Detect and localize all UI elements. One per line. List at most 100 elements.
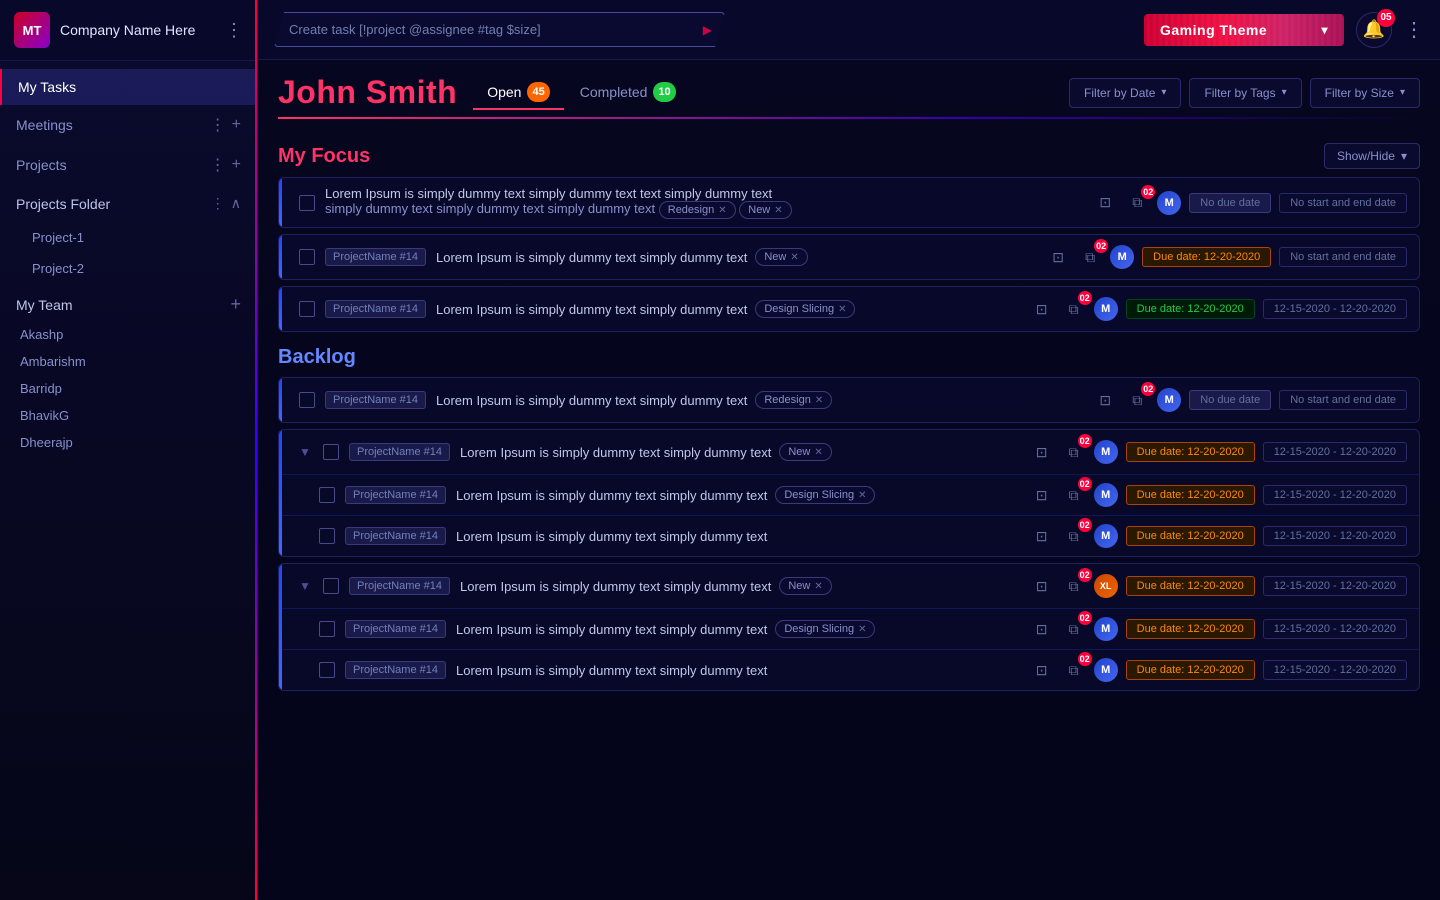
projects-folder-header[interactable]: Projects Folder ⋮ ∧ — [0, 185, 257, 222]
filter-size-button[interactable]: Filter by Size ▾ — [1310, 78, 1420, 108]
task-checkbox[interactable] — [319, 528, 335, 544]
sidebar-item-meetings[interactable]: Meetings ⋮ + — [0, 105, 257, 145]
tag-close-icon[interactable]: ✕ — [774, 205, 782, 216]
team-member-akashp[interactable]: Akashp — [16, 321, 241, 348]
task-checkbox[interactable] — [299, 195, 315, 211]
expand-icon[interactable]: ⊡ — [1030, 658, 1054, 682]
subtask-container: ProjectName #14 Lorem Ipsum is simply du… — [279, 515, 1419, 556]
subtask-count-badge: 02 — [1078, 434, 1092, 448]
team-member-ambarishm[interactable]: Ambarishm — [16, 348, 241, 375]
task-checkbox[interactable] — [299, 392, 315, 408]
task-checkbox[interactable] — [323, 444, 339, 460]
tag-close-icon[interactable]: ✕ — [790, 252, 798, 263]
sidebar-menu-icon[interactable]: ⋮ — [225, 20, 243, 41]
tag-close-icon[interactable]: ✕ — [718, 205, 726, 216]
subtask-count-icon[interactable]: ⧉ 02 — [1125, 388, 1149, 412]
subtask-count-icon[interactable]: ⧉ 02 — [1062, 574, 1086, 598]
sidebar-item-project-2[interactable]: Project-2 — [0, 253, 257, 284]
team-member-dheerajp[interactable]: Dheerajp — [16, 429, 241, 456]
task-tag-new[interactable]: New ✕ — [779, 443, 831, 461]
tab-completed[interactable]: Completed 10 — [566, 76, 690, 110]
task-text: Lorem Ipsum is simply dummy text simply … — [460, 443, 1020, 461]
team-member-bhavikG[interactable]: BhavikG — [16, 402, 241, 429]
filter-date-label: Filter by Date — [1084, 86, 1155, 100]
expand-subtasks-icon[interactable]: ▼ — [299, 445, 313, 459]
create-task-box[interactable]: Create task [!project @assignee #tag $si… — [274, 12, 725, 47]
task-row: ▼ ProjectName #14 Lorem Ipsum is simply … — [279, 564, 1419, 608]
expand-subtasks-icon[interactable]: ▼ — [299, 579, 313, 593]
sidebar-item-project-1[interactable]: Project-1 — [0, 222, 257, 253]
my-focus-title: My Focus — [278, 145, 370, 168]
task-checkbox[interactable] — [323, 578, 339, 594]
task-tag-design-slicing[interactable]: Design Slicing ✕ — [775, 620, 875, 638]
team-member-barridp[interactable]: Barridp — [16, 375, 241, 402]
projects-folder-collapse-icon[interactable]: ∧ — [231, 195, 241, 212]
tag-close-icon[interactable]: ✕ — [814, 581, 822, 592]
projects-dots-icon[interactable]: ⋮ — [210, 155, 226, 175]
subtask-count-icon[interactable]: ⧉ 02 — [1062, 617, 1086, 641]
expand-icon[interactable]: ⊡ — [1030, 297, 1054, 321]
subtask-count-icon[interactable]: ⧉ 02 — [1062, 524, 1086, 548]
task-text-main: Lorem Ipsum is simply dummy text simply … — [436, 250, 747, 265]
task-checkbox[interactable] — [319, 621, 335, 637]
task-project-tag: ProjectName #14 — [325, 300, 426, 318]
subtask-count-icon[interactable]: ⧉ 02 — [1062, 440, 1086, 464]
expand-icon[interactable]: ⊡ — [1030, 574, 1054, 598]
show-hide-button[interactable]: Show/Hide ▾ — [1324, 143, 1420, 169]
date-range-pill: 12-15-2020 - 12-20-2020 — [1263, 485, 1407, 505]
task-tag-design-slicing[interactable]: Design Slicing ✕ — [755, 300, 855, 318]
projects-folder-dots-icon[interactable]: ⋮ — [211, 195, 225, 212]
task-checkbox[interactable] — [319, 662, 335, 678]
task-tag-new[interactable]: New ✕ — [739, 201, 791, 219]
my-team-plus-button[interactable]: + — [230, 294, 241, 315]
task-project-tag: ProjectName #14 — [345, 661, 446, 679]
subtask-count-icon[interactable]: ⧉ 02 — [1125, 191, 1149, 215]
create-task-placeholder: Create task [!project @assignee #tag $si… — [289, 22, 541, 37]
gaming-theme-button[interactable]: Gaming Theme ▾ — [1144, 14, 1344, 46]
tag-close-icon[interactable]: ✕ — [815, 395, 823, 406]
tag-close-icon[interactable]: ✕ — [814, 447, 822, 458]
expand-icon[interactable]: ⊡ — [1093, 388, 1117, 412]
sidebar-item-my-tasks[interactable]: My Tasks — [0, 69, 257, 105]
screenshot-icon: ⧉ — [1069, 444, 1079, 461]
task-tag-new[interactable]: New ✕ — [755, 248, 807, 266]
sidebar-item-label: My Tasks — [18, 79, 241, 95]
task-actions: ⊡ ⧉ 02 M No due date No start and end da… — [1093, 388, 1407, 412]
avatar: M — [1094, 440, 1118, 464]
task-tag-new[interactable]: New ✕ — [779, 577, 831, 595]
topbar-menu-icon[interactable]: ⋮ — [1404, 17, 1424, 42]
tab-open[interactable]: Open 45 — [473, 76, 564, 110]
tag-close-icon[interactable]: ✕ — [858, 490, 866, 501]
filter-tags-button[interactable]: Filter by Tags ▾ — [1189, 78, 1301, 108]
meetings-plus-icon[interactable]: + — [232, 116, 241, 134]
projects-plus-icon[interactable]: + — [232, 156, 241, 174]
expand-icon[interactable]: ⊡ — [1093, 191, 1117, 215]
subtask-count-icon[interactable]: ⧉ 02 — [1078, 245, 1102, 269]
task-checkbox[interactable] — [299, 301, 315, 317]
subtask-count-icon[interactable]: ⧉ 02 — [1062, 297, 1086, 321]
notification-button[interactable]: 🔔 05 — [1356, 12, 1392, 48]
tag-close-icon[interactable]: ✕ — [858, 624, 866, 635]
expand-icon[interactable]: ⊡ — [1030, 440, 1054, 464]
subtask-count-icon[interactable]: ⧉ 02 — [1062, 658, 1086, 682]
expand-icon[interactable]: ⊡ — [1046, 245, 1070, 269]
subtask-count-icon[interactable]: ⧉ 02 — [1062, 483, 1086, 507]
sidebar-item-projects[interactable]: Projects ⋮ + — [0, 145, 257, 185]
projects-folder-actions: ⋮ ∧ — [211, 195, 241, 212]
filter-date-button[interactable]: Filter by Date ▾ — [1069, 78, 1181, 108]
task-tag-design-slicing[interactable]: Design Slicing ✕ — [775, 486, 875, 504]
expand-icon[interactable]: ⊡ — [1030, 483, 1054, 507]
meetings-dots-icon[interactable]: ⋮ — [210, 115, 226, 135]
task-checkbox[interactable] — [299, 249, 315, 265]
task-tag-redesign[interactable]: Redesign ✕ — [659, 201, 736, 219]
task-tag-redesign[interactable]: Redesign ✕ — [755, 391, 832, 409]
expand-icon[interactable]: ⊡ — [1030, 617, 1054, 641]
task-text-main: Lorem Ipsum is simply dummy text simply … — [456, 663, 767, 678]
tag-close-icon[interactable]: ✕ — [838, 304, 846, 315]
task-checkbox[interactable] — [319, 487, 335, 503]
expand-icon[interactable]: ⊡ — [1030, 524, 1054, 548]
main-content: Create task [!project @assignee #tag $si… — [258, 0, 1440, 900]
subtask-row: ProjectName #14 Lorem Ipsum is simply du… — [279, 609, 1419, 649]
date-range-pill: 12-15-2020 - 12-20-2020 — [1263, 619, 1407, 639]
task-text: Lorem Ipsum is simply dummy text simply … — [456, 663, 1020, 678]
